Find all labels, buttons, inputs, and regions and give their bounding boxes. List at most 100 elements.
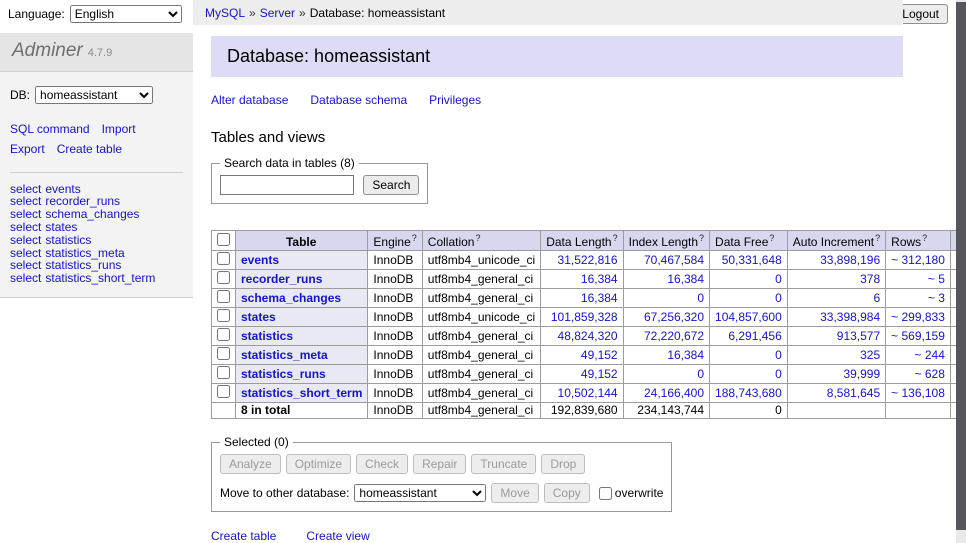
- table-name-link[interactable]: statistics_short_term: [241, 386, 362, 400]
- help-icon[interactable]: ?: [875, 233, 880, 243]
- data-free-link[interactable]: 0: [775, 367, 782, 381]
- db-select[interactable]: homeassistant: [35, 86, 153, 104]
- index-length-link[interactable]: 0: [697, 367, 704, 381]
- data-length-link[interactable]: 49,152: [581, 348, 618, 362]
- auto-increment-link[interactable]: 33,398,984: [820, 310, 880, 324]
- sidebar-links: SQL command Import Export Create table: [10, 120, 183, 160]
- auto-increment-link[interactable]: 913,577: [837, 329, 880, 343]
- table-link-states[interactable]: states: [45, 220, 77, 234]
- select-link[interactable]: select: [10, 271, 41, 285]
- data-length-link[interactable]: 31,522,816: [558, 253, 618, 267]
- auto-increment-link[interactable]: 325: [860, 348, 880, 362]
- breadcrumb-server[interactable]: Server: [260, 6, 295, 20]
- row-checkbox[interactable]: [217, 385, 230, 398]
- row-checkbox[interactable]: [217, 290, 230, 303]
- auto-increment-link[interactable]: 6: [873, 291, 880, 305]
- table-row: recorder_runs InnoDB utf8mb4_general_ci …: [212, 270, 957, 289]
- table-link-statistics[interactable]: statistics: [45, 233, 91, 247]
- data-free-link[interactable]: 0: [775, 291, 782, 305]
- create-table-link[interactable]: Create table: [211, 529, 276, 543]
- total-data-length: 192,839,680: [541, 403, 623, 419]
- index-length-link[interactable]: 67,256,320: [644, 310, 704, 324]
- database-schema-link[interactable]: Database schema: [310, 93, 407, 107]
- help-icon[interactable]: ?: [769, 233, 774, 243]
- rows-count-link[interactable]: ~ 312,180: [891, 253, 945, 267]
- table-name-link[interactable]: states: [241, 310, 276, 324]
- data-free-link[interactable]: 104,857,600: [715, 310, 782, 324]
- data-length-link[interactable]: 49,152: [581, 367, 618, 381]
- sidebar-link-sql-command[interactable]: SQL command: [10, 122, 90, 136]
- help-icon[interactable]: ?: [922, 233, 927, 243]
- overwrite-checkbox[interactable]: [599, 487, 612, 500]
- engine-cell: InnoDB: [368, 270, 422, 289]
- breadcrumb-mysql[interactable]: MySQL: [205, 6, 245, 20]
- table-name-link[interactable]: events: [241, 253, 279, 267]
- table-name-link[interactable]: schema_changes: [241, 291, 341, 305]
- auto-increment-link[interactable]: 378: [860, 272, 880, 286]
- search-input[interactable]: [220, 175, 354, 195]
- engine-cell: InnoDB: [368, 384, 422, 403]
- rows-count-link[interactable]: ~ 3: [928, 291, 945, 305]
- tables-table: Table Engine? Collation? Data Length? In…: [211, 230, 956, 419]
- help-icon[interactable]: ?: [475, 233, 480, 243]
- data-length-link[interactable]: 101,859,328: [551, 310, 618, 324]
- create-view-link[interactable]: Create view: [306, 529, 369, 543]
- total-label: 8 in total: [236, 403, 368, 419]
- privileges-link[interactable]: Privileges: [429, 93, 481, 107]
- select-link[interactable]: select: [10, 220, 41, 234]
- rows-count-link[interactable]: ~ 244: [915, 348, 945, 362]
- sidebar-item-statistics-short-term: select statistics_short_term: [10, 272, 183, 285]
- rows-count-link[interactable]: ~ 5: [928, 272, 945, 286]
- rows-count-link[interactable]: ~ 569,159: [891, 329, 945, 343]
- table-link-statistics-short-term[interactable]: statistics_short_term: [45, 271, 155, 285]
- row-checkbox[interactable]: [217, 347, 230, 360]
- data-length-link[interactable]: 10,502,144: [558, 386, 618, 400]
- rows-count-link[interactable]: ~ 136,108: [891, 386, 945, 400]
- help-icon[interactable]: ?: [699, 233, 704, 243]
- table-name-link[interactable]: statistics_runs: [241, 367, 326, 381]
- index-length-link[interactable]: 24,166,400: [644, 386, 704, 400]
- data-length-link[interactable]: 16,384: [581, 272, 618, 286]
- row-checkbox[interactable]: [217, 366, 230, 379]
- auto-increment-link[interactable]: 39,999: [843, 367, 880, 381]
- row-checkbox[interactable]: [217, 252, 230, 265]
- truncate-button: Truncate: [471, 454, 536, 474]
- select-all-cell: [212, 231, 236, 251]
- row-checkbox[interactable]: [217, 309, 230, 322]
- language-select[interactable]: English: [70, 5, 182, 23]
- sidebar-link-export[interactable]: Export: [10, 142, 45, 156]
- data-free-link[interactable]: 50,331,648: [722, 253, 782, 267]
- sidebar-link-create-table[interactable]: Create table: [57, 142, 122, 156]
- select-link[interactable]: select: [10, 233, 41, 247]
- rows-count-link[interactable]: ~ 628: [915, 367, 945, 381]
- rows-count-link[interactable]: ~ 299,833: [891, 310, 945, 324]
- data-free-link[interactable]: 6,291,456: [728, 329, 781, 343]
- data-free-link[interactable]: 188,743,680: [715, 386, 782, 400]
- table-name-link[interactable]: recorder_runs: [241, 272, 322, 286]
- auto-increment-link[interactable]: 33,898,196: [820, 253, 880, 267]
- data-length-link[interactable]: 16,384: [581, 291, 618, 305]
- search-button[interactable]: Search: [363, 175, 419, 195]
- row-checkbox[interactable]: [217, 271, 230, 284]
- index-length-link[interactable]: 16,384: [667, 272, 704, 286]
- help-icon[interactable]: ?: [613, 233, 618, 243]
- total-checkbox-cell: [212, 403, 236, 419]
- data-free-link[interactable]: 0: [775, 348, 782, 362]
- scrollbar-thumb[interactable]: [956, 2, 966, 530]
- table-name-link[interactable]: statistics: [241, 329, 293, 343]
- sidebar-link-import[interactable]: Import: [102, 122, 136, 136]
- select-all-checkbox[interactable]: [217, 233, 230, 246]
- index-length-link[interactable]: 70,467,584: [644, 253, 704, 267]
- data-free-link[interactable]: 0: [775, 272, 782, 286]
- table-name-link[interactable]: statistics_meta: [241, 348, 328, 362]
- help-icon[interactable]: ?: [412, 233, 417, 243]
- move-database-select[interactable]: homeassistant: [354, 484, 486, 502]
- index-length-link[interactable]: 72,220,672: [644, 329, 704, 343]
- auto-increment-link[interactable]: 8,581,645: [827, 386, 880, 400]
- engine-cell: InnoDB: [368, 327, 422, 346]
- alter-database-link[interactable]: Alter database: [211, 93, 288, 107]
- index-length-link[interactable]: 0: [697, 291, 704, 305]
- index-length-link[interactable]: 16,384: [667, 348, 704, 362]
- row-checkbox[interactable]: [217, 328, 230, 341]
- data-length-link[interactable]: 48,824,320: [558, 329, 618, 343]
